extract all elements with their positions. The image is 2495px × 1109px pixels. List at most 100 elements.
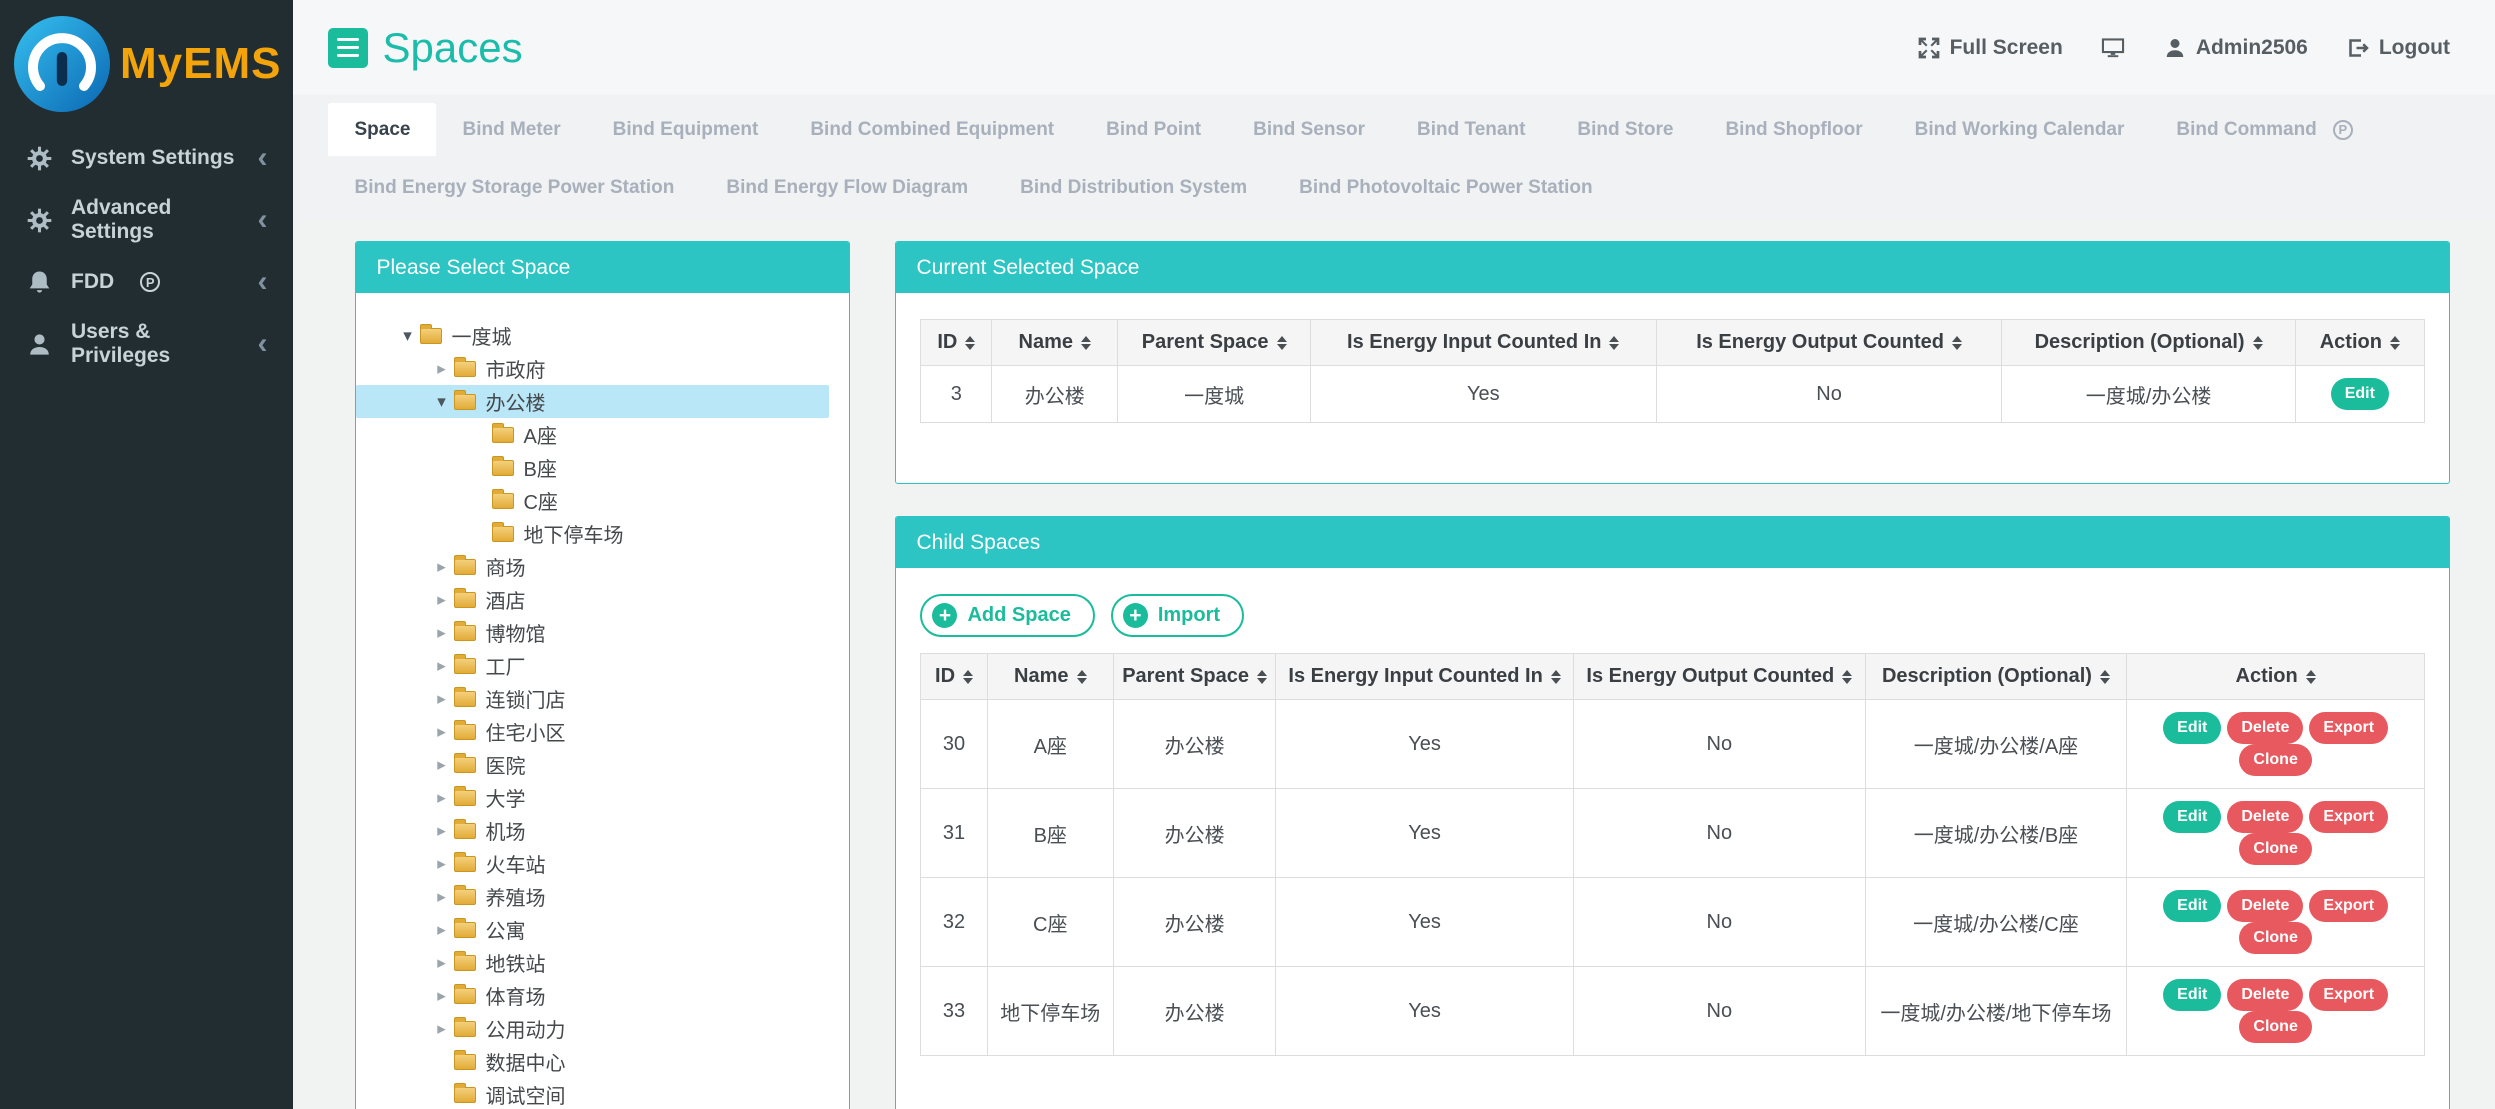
expand-arrow-icon[interactable] [428,624,454,641]
tree-item[interactable]: 体育场 [356,979,829,1012]
column-header-action[interactable]: Action [2295,320,2424,366]
expand-arrow-icon[interactable] [428,888,454,905]
tree-item[interactable]: 火车站 [356,847,829,880]
sort-icon[interactable] [1842,670,1852,684]
sort-icon[interactable] [2100,670,2110,684]
edit-button[interactable]: Edit [2163,801,2221,833]
tab-bind-point[interactable]: Bind Point [1080,103,1227,156]
sidebar-item-advanced-settings[interactable]: Advanced Settings [0,189,293,251]
column-header-action[interactable]: Action [2127,654,2425,700]
tree-item[interactable]: 地下停车场 [356,517,829,550]
clone-button[interactable]: Clone [2239,1011,2311,1043]
column-header-name[interactable]: Name [992,320,1118,366]
tab-bind-tenant[interactable]: Bind Tenant [1391,103,1551,156]
tree-item[interactable]: 公寓 [356,913,829,946]
export-button[interactable]: Export [2309,979,2388,1011]
delete-button[interactable]: Delete [2227,712,2303,744]
sort-icon[interactable] [1609,336,1619,350]
tree-item[interactable]: 酒店 [356,583,829,616]
delete-button[interactable]: Delete [2227,890,2303,922]
tab-bind-working-calendar[interactable]: Bind Working Calendar [1889,103,2151,156]
tab-bind-energy-flow-diagram[interactable]: Bind Energy Flow Diagram [700,177,994,199]
expand-arrow-icon[interactable] [394,327,420,344]
tree-item[interactable]: 工厂 [356,649,829,682]
column-header-description[interactable]: Description (Optional) [2002,320,2295,366]
tab-bind-shopfloor[interactable]: Bind Shopfloor [1699,103,1888,156]
expand-arrow-icon[interactable] [428,690,454,707]
expand-arrow-icon[interactable] [428,558,454,575]
export-button[interactable]: Export [2309,712,2388,744]
tree-item[interactable]: A座 [356,418,829,451]
expand-arrow-icon[interactable] [428,921,454,938]
edit-button[interactable]: Edit [2163,979,2221,1011]
sort-icon[interactable] [1077,670,1087,684]
tab-bind-distribution-system[interactable]: Bind Distribution System [994,177,1273,199]
column-header-energy-output[interactable]: Is Energy Output Counted [1656,320,2002,366]
tree-item[interactable]: 住宅小区 [356,715,829,748]
user-menu[interactable]: Admin2506 [2163,36,2308,60]
tab-bind-meter[interactable]: Bind Meter [436,103,586,156]
sort-icon[interactable] [2253,336,2263,350]
column-header-id[interactable]: ID [921,654,987,700]
tab-bind-equipment[interactable]: Bind Equipment [587,103,785,156]
clone-button[interactable]: Clone [2239,922,2311,954]
tree-item[interactable]: 机场 [356,814,829,847]
expand-arrow-icon[interactable] [428,954,454,971]
tab-bind-photovoltaic-power-station[interactable]: Bind Photovoltaic Power Station [1273,177,1618,199]
sidebar-item-system-settings[interactable]: System Settings [0,127,293,189]
edit-button[interactable]: Edit [2163,712,2221,744]
expand-arrow-icon[interactable] [428,756,454,773]
tree-item-selected[interactable]: 办公楼 [356,385,829,418]
tree-item[interactable]: 数据中心 [356,1045,829,1078]
column-header-energy-input[interactable]: Is Energy Input Counted In [1310,320,1656,366]
expand-arrow-icon[interactable] [428,360,454,377]
app-logo[interactable]: MyEMS [0,0,293,127]
tree-item[interactable]: 连锁门店 [356,682,829,715]
tree-item[interactable]: B座 [356,451,829,484]
tree-item[interactable]: 一度城 [356,319,829,352]
expand-arrow-icon[interactable] [428,393,454,410]
clone-button[interactable]: Clone [2239,744,2311,776]
expand-arrow-icon[interactable] [428,987,454,1004]
tab-bind-store[interactable]: Bind Store [1551,103,1699,156]
column-header-parent-space[interactable]: Parent Space [1113,654,1275,700]
add-space-button[interactable]: Add Space [920,594,1094,637]
tree-item[interactable]: 商场 [356,550,829,583]
tree-item[interactable]: 地铁站 [356,946,829,979]
expand-arrow-icon[interactable] [428,1020,454,1037]
sort-icon[interactable] [963,670,973,684]
tab-bind-energy-storage-power-station[interactable]: Bind Energy Storage Power Station [328,177,700,199]
tree-item[interactable]: 大学 [356,781,829,814]
expand-arrow-icon[interactable] [428,657,454,674]
sort-icon[interactable] [1081,336,1091,350]
column-header-energy-output[interactable]: Is Energy Output Counted [1573,654,1865,700]
tree-item[interactable]: 医院 [356,748,829,781]
column-header-name[interactable]: Name [987,654,1113,700]
tab-space[interactable]: Space [328,103,436,156]
column-header-id[interactable]: ID [921,320,992,366]
tree-item[interactable]: 公用动力 [356,1012,829,1045]
expand-arrow-icon[interactable] [428,789,454,806]
sidebar-item-users-privileges[interactable]: Users & Privileges [0,313,293,375]
tree-item[interactable]: 调试空间 [356,1078,829,1109]
edit-button[interactable]: Edit [2163,890,2221,922]
sort-icon[interactable] [1257,670,1267,684]
delete-button[interactable]: Delete [2227,979,2303,1011]
sort-icon[interactable] [1277,336,1287,350]
sort-icon[interactable] [2390,336,2400,350]
sort-icon[interactable] [1551,670,1561,684]
monitor-button[interactable] [2101,36,2125,60]
sort-icon[interactable] [965,336,975,350]
tab-bind-combined-equipment[interactable]: Bind Combined Equipment [784,103,1080,156]
expand-arrow-icon[interactable] [428,723,454,740]
expand-arrow-icon[interactable] [428,822,454,839]
export-button[interactable]: Export [2309,890,2388,922]
sidebar-item-fdd[interactable]: FDD P [0,251,293,313]
fullscreen-button[interactable]: Full Screen [1917,36,2063,60]
tree-item[interactable]: C座 [356,484,829,517]
edit-button[interactable]: Edit [2331,378,2389,410]
clone-button[interactable]: Clone [2239,833,2311,865]
tree-item[interactable]: 博物馆 [356,616,829,649]
tree-item[interactable]: 养殖场 [356,880,829,913]
delete-button[interactable]: Delete [2227,801,2303,833]
